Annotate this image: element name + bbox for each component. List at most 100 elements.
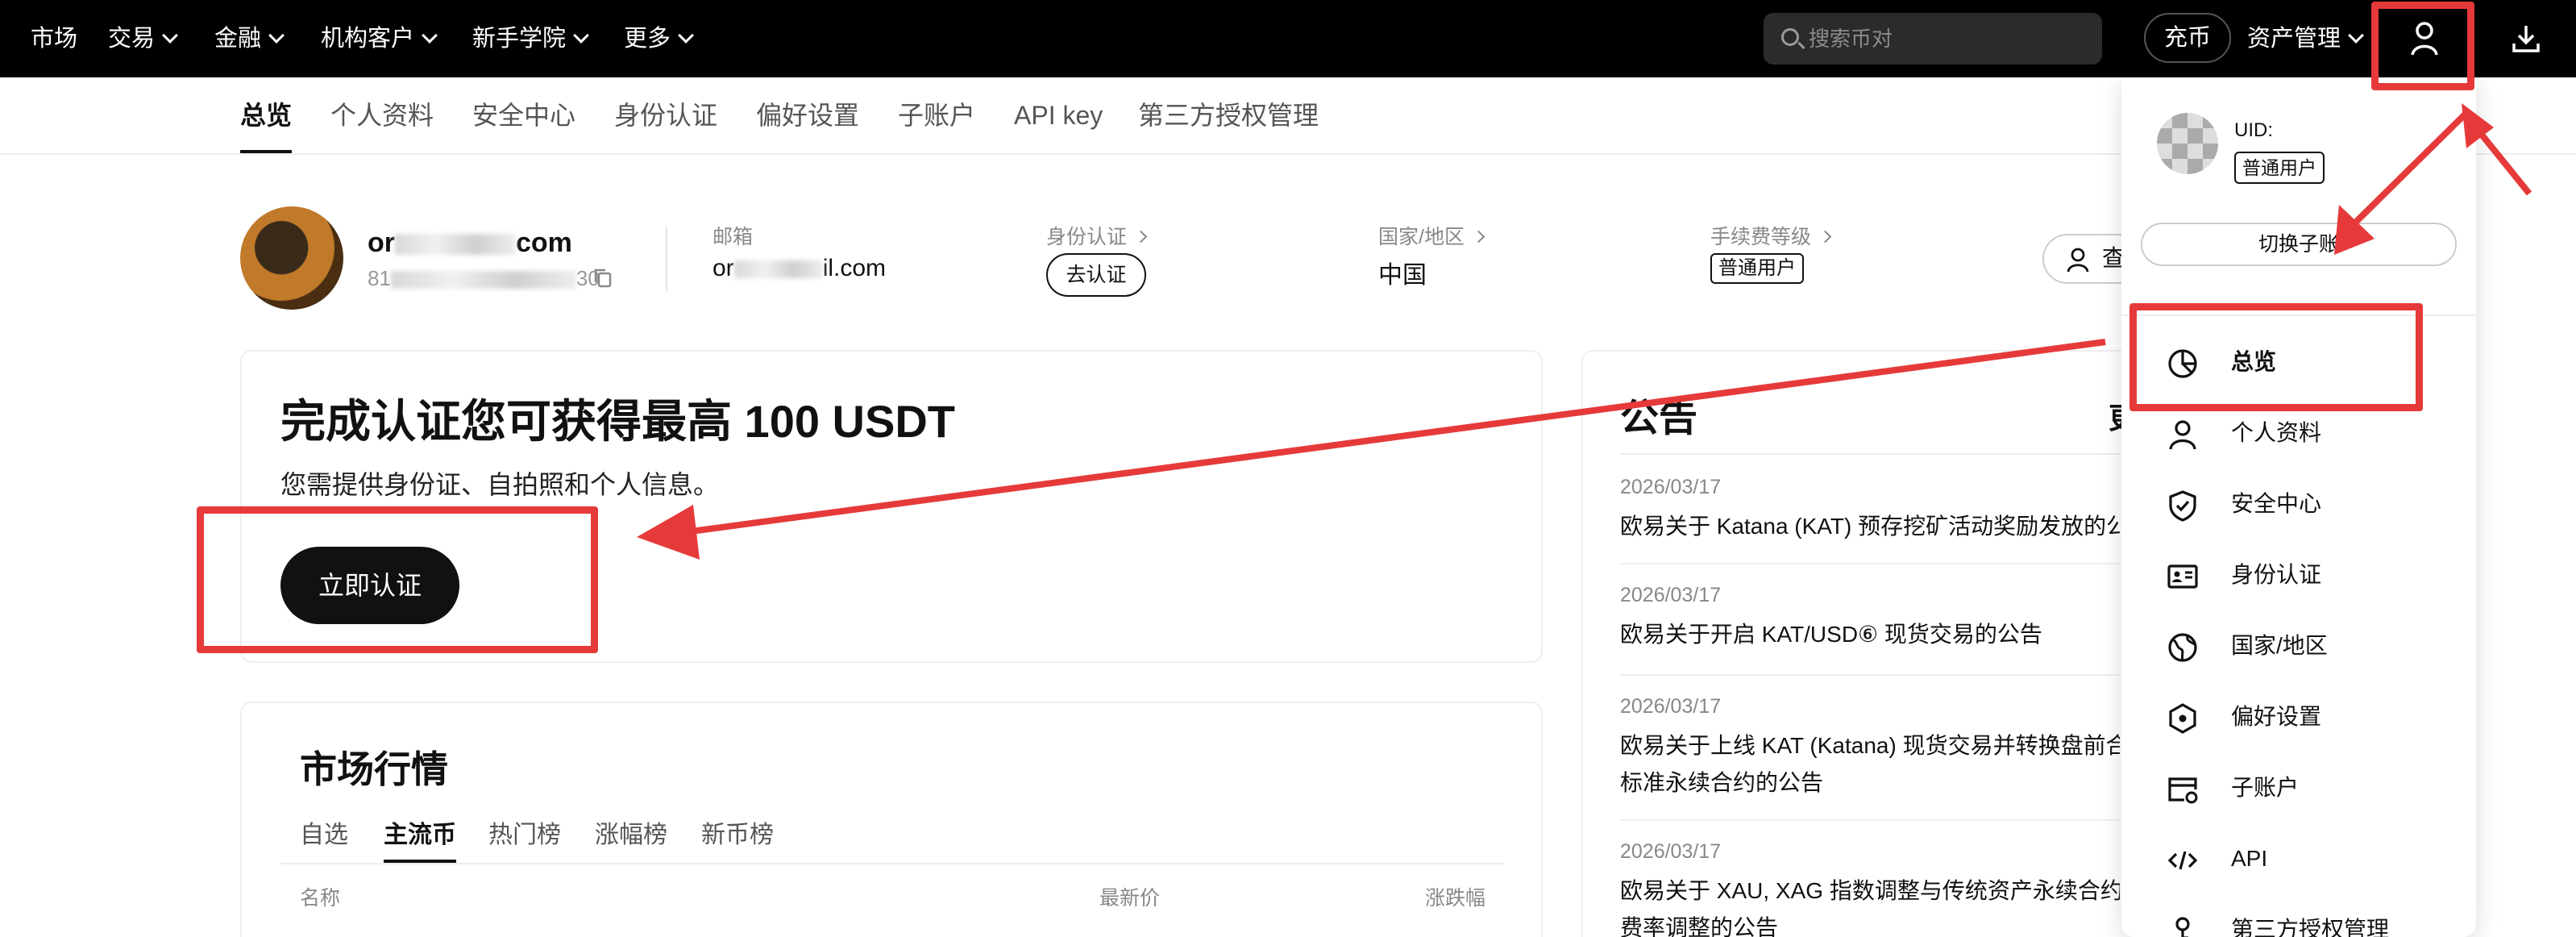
nav-market[interactable]: 市场 [31,0,77,77]
market-tab-new[interactable]: 新币榜 [701,814,774,850]
announcement-line: 欧易关于 XAU, XAG 指数调整与传统资产永续合约资 [1620,878,2120,903]
announcement-line: 费率调整的公告 [1620,915,1779,937]
tab-preferences[interactable]: 偏好设置 [756,77,859,153]
key-icon [2175,917,2190,937]
globe-icon [2168,633,2197,662]
email-value: or il.com [713,255,886,282]
market-tab-gainers[interactable]: 涨幅榜 [595,814,667,850]
dropdown-uid-label: UID: [2234,119,2273,141]
dropdown-item-identity[interactable]: 身份认证 [2121,547,2476,603]
chevron-right-icon [1134,230,1148,244]
code-icon [2167,851,2198,870]
verification-description: 您需提供身份证、自拍照和个人信息。 [280,470,720,499]
dropdown-avatar [2157,113,2218,174]
profile-email-display: or com [368,227,572,259]
top-navigation-bar: 市场 交易 金融 机构客户 新手学院 更多 充币 资产管理 [0,0,2576,77]
announcement-item[interactable]: 欧易关于开启 KAT/USD⑥ 现货交易的公告 [1620,616,2120,653]
dropdown-item-profile[interactable]: 个人资料 [2121,405,2476,461]
chevron-right-icon [1472,230,1485,244]
chevron-down-icon [268,27,285,44]
chevron-down-icon [678,27,694,44]
fee-tier-link[interactable]: 手续费等级 [1710,221,1832,250]
dropdown-item-label: 子账户 [2231,775,2300,800]
market-tab-hot[interactable]: 热门榜 [488,814,561,850]
announcement-date: 2026/03/17 [1620,476,1722,498]
user-dropdown-menu: UID: 普通用户 切换子账 总览 个人资料 安全中心 身份认证 国家/地区 偏… [2121,77,2476,937]
asset-management-menu[interactable]: 资产管理 [2247,0,2364,77]
nav-market-label: 市场 [31,26,78,52]
tab-security[interactable]: 安全中心 [472,77,575,153]
divider [1620,819,2120,821]
market-title: 市场行情 [300,748,448,790]
market-tab-divider [280,863,1504,864]
go-verify-button[interactable]: 去认证 [1046,253,1146,297]
profile-name-start: or [368,227,395,258]
copy-icon[interactable] [593,268,613,289]
dropdown-item-label: 个人资料 [2231,420,2322,445]
nav-institutional[interactable]: 机构客户 [321,0,438,77]
nav-finance-label: 金融 [214,26,262,52]
dropdown-item-api[interactable]: API [2121,831,2476,887]
tab-api-key[interactable]: API key [1014,77,1103,153]
tab-sub-account[interactable]: 子账户 [898,77,975,153]
divider [1620,563,2120,564]
nav-more[interactable]: 更多 [624,0,694,77]
switch-sub-account-button[interactable]: 切换子账 [2141,223,2457,266]
dropdown-user-tier-badge: 普通用户 [2234,152,2325,184]
annotation-highlight-box [2129,303,2423,411]
dropdown-item-label: API [2231,846,2268,871]
search-icon [1781,28,1799,46]
tab-overview[interactable]: 总览 [240,77,293,153]
search-input[interactable] [1809,13,2083,65]
tab-identity[interactable]: 身份认证 [614,77,717,153]
nav-institutional-label: 机构客户 [321,26,415,52]
dropdown-item-sub-account[interactable]: 子账户 [2121,760,2476,816]
asset-management-label: 资产管理 [2247,26,2341,52]
email-value-start: or [713,255,734,281]
announcement-item[interactable]: 欧易关于上线 KAT (Katana) 现货交易并转换盘前合 标准永续合约的公告 [1620,727,2120,802]
announcement-line: 欧易关于开启 KAT/USD⑥ 现货交易的公告 [1620,622,2042,647]
column-header-change: 涨跌幅 [1425,887,1486,910]
announcement-item[interactable]: 欧易关于 Katana (KAT) 预存挖矿活动奖励发放的公 [1620,508,2120,545]
id-card-icon [2167,564,2198,589]
profile-name-end: com [516,227,572,258]
search-box[interactable] [1764,13,2102,65]
market-tab-favorites[interactable]: 自选 [300,814,348,850]
nav-finance[interactable]: 金融 [214,0,285,77]
dropdown-item-country[interactable]: 国家/地区 [2121,618,2476,674]
announcement-date: 2026/03/17 [1620,584,1722,606]
avatar[interactable] [240,206,343,310]
tab-profile[interactable]: 个人资料 [330,77,434,153]
tab-third-party-auth[interactable]: 第三方授权管理 [1138,77,1319,153]
announcement-date: 2026/03/17 [1620,695,1722,718]
announcements-title: 公告 [1620,397,1698,439]
nav-academy[interactable]: 新手学院 [472,0,589,77]
dropdown-item-security[interactable]: 安全中心 [2121,476,2476,532]
shield-icon [2169,490,2196,522]
announcement-date: 2026/03/17 [1620,840,1722,863]
market-tab-major[interactable]: 主流币 [384,814,456,863]
dropdown-item-preferences[interactable]: 偏好设置 [2121,689,2476,745]
chevron-down-icon [2348,27,2364,44]
country-value: 中国 [1378,262,1427,289]
verification-title: 完成认证您可获得最高 100 USDT [280,396,955,447]
dropdown-item-label: 国家/地区 [2231,633,2328,658]
nav-trade-label: 交易 [108,26,156,52]
sub-account-icon [2168,777,2198,804]
announcement-line: 欧易关于上线 KAT (Katana) 现货交易并转换盘前合 [1620,733,2120,758]
person-icon [2067,248,2089,273]
announcement-line: 欧易关于 Katana (KAT) 预存挖矿活动奖励发放的公 [1620,514,2120,539]
dropdown-item-third-party-auth[interactable]: 第三方授权管理 [2121,902,2476,937]
deposit-button[interactable]: 充币 [2144,13,2231,63]
person-icon [2169,420,2196,450]
settings-hexagon-icon [2169,703,2196,734]
announcement-item[interactable]: 欧易关于 XAU, XAG 指数调整与传统资产永续合约资 费率调整的公告 [1620,872,2120,937]
identity-verification-link[interactable]: 身份认证 [1046,221,1148,250]
dropdown-item-label: 偏好设置 [2231,704,2322,729]
annotation-highlight-box [197,506,598,653]
fee-tier-badge: 普通用户 [1710,253,1804,284]
download-icon[interactable] [2510,23,2542,55]
announcement-line: 标准永续合约的公告 [1620,770,1824,795]
nav-trade[interactable]: 交易 [108,0,178,77]
country-link[interactable]: 国家/地区 [1378,221,1485,250]
